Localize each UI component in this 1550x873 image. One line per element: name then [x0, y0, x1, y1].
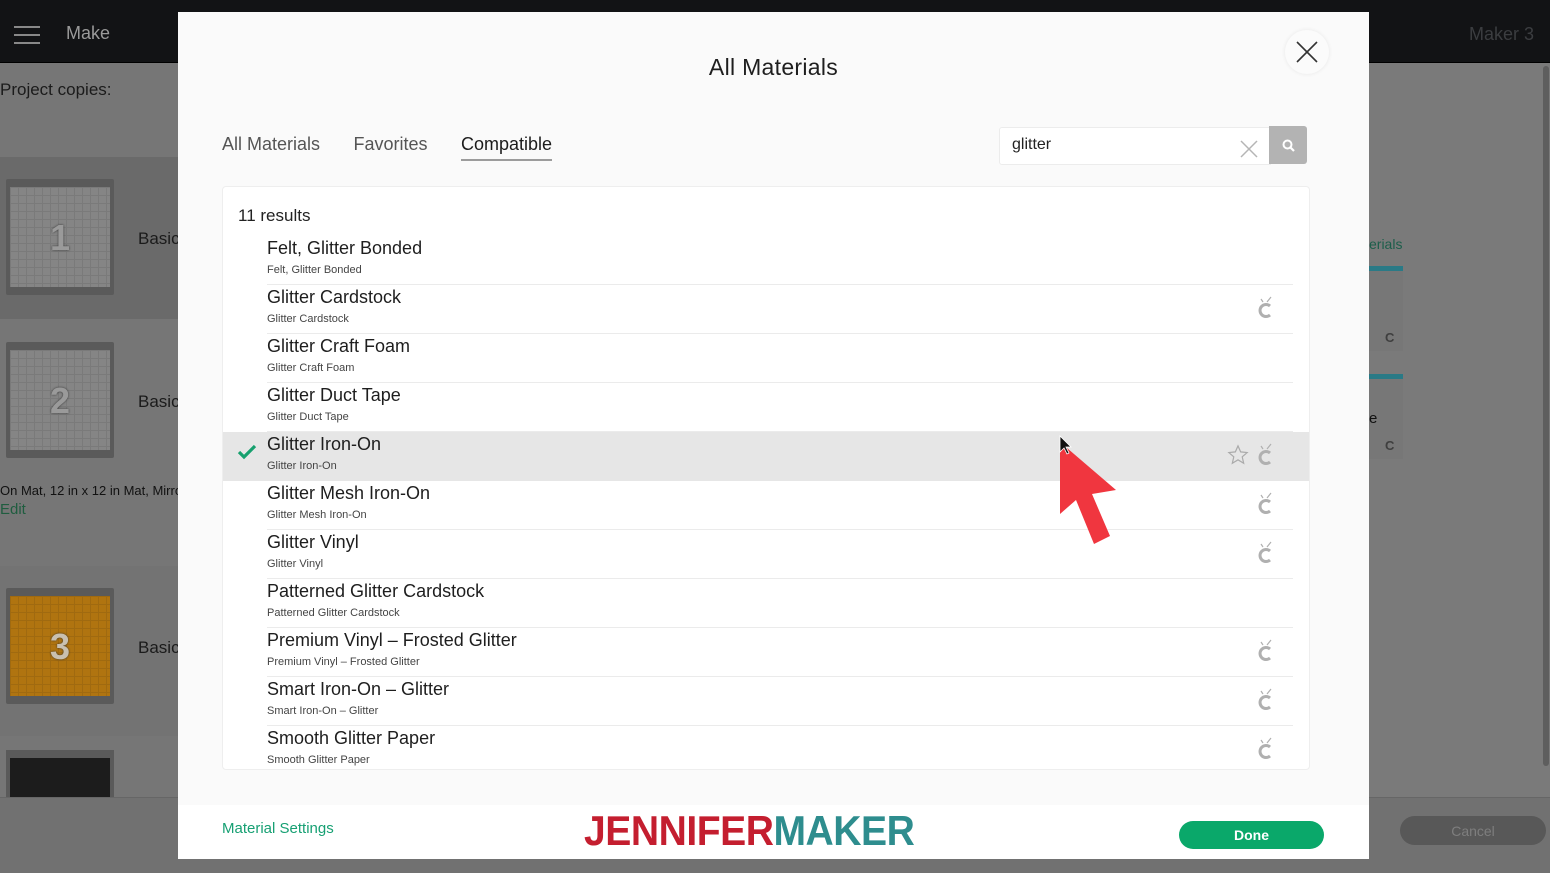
search-input[interactable] — [1012, 135, 1222, 155]
materials-label: erials — [1369, 236, 1403, 252]
material-name: Felt, Glitter Bonded — [267, 238, 423, 258]
material-name: Glitter Craft Foam — [267, 336, 411, 356]
mat-thumbnail[interactable]: 1 — [6, 179, 114, 295]
mat-thumbnail[interactable]: 3 — [6, 588, 114, 704]
cricut-c-icon: C — [1385, 330, 1395, 345]
material-card-text: e — [1369, 410, 1378, 427]
material-subtitle: Glitter Duct Tape — [267, 411, 349, 423]
machine-name[interactable]: Maker 3 — [1469, 24, 1534, 45]
mat-label: Basic — [138, 392, 180, 411]
all-materials-dialog: All Materials All Materials Favorites Co… — [178, 12, 1369, 859]
material-card[interactable]: C — [1369, 266, 1403, 351]
cricut-c-icon — [1258, 443, 1272, 465]
material-row[interactable]: Glitter Cardstock Glitter Cardstock — [267, 285, 1293, 334]
material-row[interactable]: Felt, Glitter Bonded Felt, Glitter Bonded — [267, 236, 1293, 285]
search-field — [999, 127, 1271, 165]
close-icon — [1296, 41, 1318, 63]
scrollbar[interactable] — [1543, 66, 1549, 766]
material-subtitle: Smart Iron-On – Glitter — [267, 705, 379, 717]
material-row[interactable]: Glitter Iron-On Glitter Iron-On — [223, 432, 1309, 481]
material-row[interactable]: Glitter Mesh Iron-On Glitter Mesh Iron-On — [267, 481, 1293, 530]
mat-info: On Mat, 12 in x 12 in Mat, Mirror — [0, 483, 178, 498]
material-name: Smooth Glitter Paper — [267, 728, 436, 748]
mat-number: 3 — [49, 626, 71, 667]
cricut-c-icon — [1258, 296, 1272, 318]
results-count: 11 results — [238, 206, 311, 225]
material-subtitle: Patterned Glitter Cardstock — [267, 607, 400, 619]
annotation-arrow-icon — [1059, 435, 1116, 544]
tab-all-materials[interactable]: All Materials — [222, 134, 320, 159]
material-row[interactable]: Patterned Glitter Cardstock Patterned Gli… — [267, 579, 1293, 628]
material-row[interactable]: Smooth Glitter Paper Smooth Glitter Paper — [267, 726, 1293, 776]
star-outline-icon[interactable] — [1227, 444, 1249, 466]
mat-row-3[interactable]: 3 Basic — [0, 566, 180, 736]
mat-number: 2 — [49, 380, 71, 421]
clear-search-icon — [1240, 140, 1258, 158]
app-title: Make — [66, 23, 111, 43]
material-name: Glitter Cardstock — [267, 287, 402, 307]
material-subtitle: Glitter Mesh Iron-On — [267, 509, 367, 521]
material-row[interactable]: Glitter Craft Foam Glitter Craft Foam — [267, 334, 1293, 383]
cricut-c-icon — [1258, 639, 1272, 661]
material-name: Smart Iron-On – Glitter — [267, 679, 450, 699]
material-tabs: All Materials Favorites Compatible — [222, 134, 581, 164]
mat-label: Basic — [138, 638, 180, 657]
watermark-part-1: JENNIFER — [584, 807, 774, 854]
project-copies-label: Project copies: — [0, 80, 112, 99]
material-name: Premium Vinyl – Frosted Glitter — [267, 630, 517, 650]
cricut-c-icon: C — [1385, 438, 1395, 453]
results-list: Felt, Glitter Bonded Felt, Glitter Bonded… — [223, 236, 1309, 776]
mat-row-2[interactable]: 2 Basic — [0, 320, 180, 565]
close-button[interactable] — [1285, 30, 1329, 74]
mat-label: Basic — [138, 229, 180, 248]
material-name: Glitter Iron-On — [267, 434, 382, 454]
material-row[interactable]: Glitter Duct Tape Glitter Duct Tape — [267, 383, 1293, 432]
done-button[interactable]: Done — [1179, 821, 1324, 849]
material-row[interactable]: Glitter Vinyl Glitter Vinyl — [267, 530, 1293, 579]
material-name: Patterned Glitter Cardstock — [267, 581, 485, 601]
cricut-c-icon — [1258, 688, 1272, 710]
hamburger-menu-icon[interactable] — [14, 26, 40, 44]
mat-row-1[interactable]: 1 Basic — [0, 157, 180, 319]
dialog-title: All Materials — [708, 54, 839, 80]
mat-number: 1 — [49, 217, 71, 258]
material-subtitle: Felt, Glitter Bonded — [267, 264, 362, 276]
dialog-footer: Material Settings JENNIFERMAKER Done — [178, 805, 1369, 859]
cricut-c-icon — [1258, 737, 1272, 759]
watermark-part-2: MAKER — [773, 807, 915, 854]
material-subtitle: Glitter Cardstock — [267, 313, 349, 325]
material-subtitle: Glitter Vinyl — [267, 558, 324, 570]
mat-thumbnail[interactable]: 2 — [6, 342, 114, 458]
material-row[interactable]: Premium Vinyl – Frosted Glitter Premium V… — [267, 628, 1293, 677]
material-settings-link[interactable]: Material Settings — [222, 820, 334, 837]
search-icon — [1282, 139, 1295, 152]
edit-link[interactable]: Edit — [0, 501, 26, 518]
material-subtitle: Glitter Craft Foam — [267, 362, 355, 374]
checkmark-icon — [237, 444, 257, 460]
material-name: Glitter Vinyl — [267, 532, 359, 552]
results-panel: 11 results Felt, Glitter Bonded Felt, Gli… — [222, 186, 1310, 770]
material-subtitle: Glitter Iron-On — [267, 460, 337, 472]
material-name: Glitter Duct Tape — [267, 385, 401, 405]
mat-grid — [10, 758, 110, 798]
tab-compatible[interactable]: Compatible — [460, 134, 553, 161]
cricut-c-icon — [1258, 492, 1272, 514]
material-subtitle: Smooth Glitter Paper — [267, 754, 370, 766]
mat-thumbnail-4[interactable] — [6, 750, 114, 798]
material-name: Glitter Mesh Iron-On — [267, 483, 431, 503]
tab-favorites[interactable]: Favorites — [353, 134, 427, 159]
material-row[interactable]: Smart Iron-On – Glitter Smart Iron-On – G… — [267, 677, 1293, 726]
search-button[interactable] — [1269, 126, 1307, 164]
clear-search-button[interactable] — [1240, 140, 1258, 163]
cricut-c-icon — [1258, 541, 1272, 563]
watermark-logo: JENNIFERMAKER — [584, 807, 915, 855]
material-subtitle: Premium Vinyl – Frosted Glitter — [267, 656, 420, 668]
cancel-button[interactable]: Cancel — [1400, 816, 1546, 845]
